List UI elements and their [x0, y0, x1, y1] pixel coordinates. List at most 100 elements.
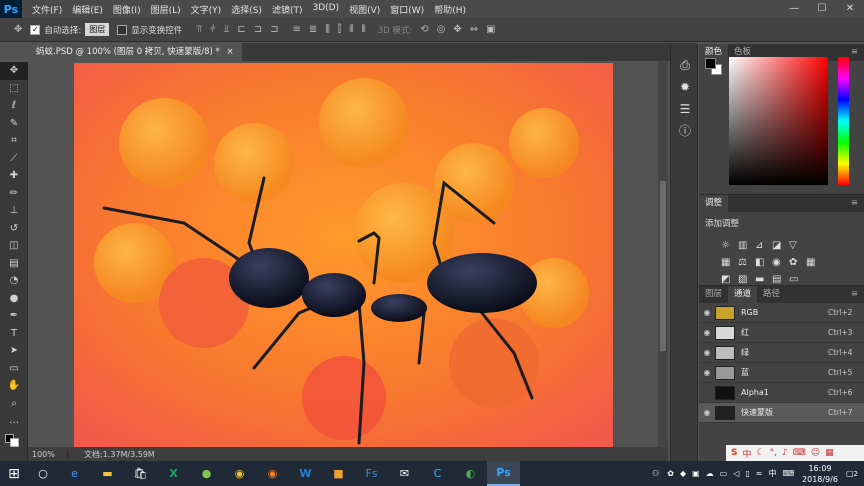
word-icon[interactable]: W: [289, 461, 322, 486]
auto-select-checkbox[interactable]: ✓: [30, 24, 41, 35]
scrollbar-thumb[interactable]: [660, 181, 666, 351]
tray-icon-2[interactable]: ◆: [680, 469, 686, 478]
3d-rotate-icon[interactable]: ⟲: [420, 24, 428, 35]
minimize-button[interactable]: —: [780, 0, 808, 18]
lookup-icon[interactable]: ▦: [806, 257, 823, 268]
vibrance-icon[interactable]: ▽: [789, 240, 806, 251]
firefox-icon[interactable]: ◉: [256, 461, 289, 486]
levels-icon[interactable]: ▥: [738, 240, 755, 251]
align-top-icon[interactable]: ⫪: [196, 24, 202, 35]
info-icon[interactable]: ⓘ: [671, 120, 699, 142]
type-icon[interactable]: T: [0, 325, 28, 343]
align-left-icon[interactable]: ⊏: [237, 24, 245, 35]
app-c-icon[interactable]: C: [421, 461, 454, 486]
excel-icon[interactable]: X: [157, 461, 190, 486]
ime-punct-icon[interactable]: °,: [770, 448, 777, 458]
move-icon[interactable]: ✥: [0, 62, 28, 80]
adjust-menu-icon[interactable]: ≡: [845, 195, 864, 212]
distribute5-icon[interactable]: ⦀: [349, 24, 353, 35]
marquee-icon[interactable]: ⬚: [0, 80, 28, 98]
threshold-icon[interactable]: ▬: [755, 274, 772, 285]
document-image[interactable]: [74, 63, 613, 447]
menu-item[interactable]: 3D(D): [312, 3, 339, 16]
healing-icon[interactable]: ✚: [0, 167, 28, 185]
ime-lang[interactable]: 中: [742, 447, 751, 460]
shape-icon[interactable]: ▭: [0, 360, 28, 378]
windows-start-icon[interactable]: ⊞: [0, 466, 28, 482]
menu-item[interactable]: 图层(L): [151, 3, 181, 16]
mail-icon[interactable]: ✉: [388, 461, 421, 486]
fg-bg-swatch-icon[interactable]: [0, 430, 28, 448]
3d-pan-icon[interactable]: ✥: [453, 24, 461, 35]
dodge-icon[interactable]: ●: [0, 290, 28, 308]
ime-mic-icon[interactable]: ♪: [782, 448, 788, 458]
visibility-eye-icon[interactable]: ◉: [699, 408, 715, 417]
document-tab[interactable]: 蚂蚁.PSD @ 100% (图层 0 拷贝, 快速蒙版/8) * ×: [28, 43, 242, 61]
eyedropper-icon[interactable]: ⟋: [0, 150, 28, 168]
canvas-scrollbar[interactable]: [658, 61, 668, 447]
color-field[interactable]: [729, 57, 828, 185]
zoom-level[interactable]: 100%: [28, 449, 68, 459]
history-brush-icon[interactable]: ↺: [0, 220, 28, 238]
channel-row[interactable]: Alpha1 Ctrl+6: [699, 383, 864, 403]
selective-color-icon[interactable]: ▤: [772, 274, 789, 285]
3d-slide-icon[interactable]: ⇔: [470, 24, 478, 35]
visibility-eye-icon[interactable]: ◉: [699, 308, 715, 317]
store-icon[interactable]: 🛍: [124, 461, 157, 486]
menu-item[interactable]: 窗口(W): [390, 3, 424, 16]
hue-sat-icon[interactable]: ▦: [721, 257, 738, 268]
visibility-eye-icon[interactable]: ◉: [699, 368, 715, 377]
more-icon[interactable]: …: [0, 412, 28, 430]
3d-scale-icon[interactable]: ▣: [486, 24, 495, 35]
curves-icon[interactable]: ⊿: [755, 240, 772, 251]
notification-icon[interactable]: ▢2: [846, 469, 858, 478]
tray-lang[interactable]: 中: [768, 468, 776, 479]
menu-item[interactable]: 选择(S): [231, 3, 262, 16]
tab-close-icon[interactable]: ×: [226, 47, 233, 57]
app-globe-icon[interactable]: ◐: [454, 461, 487, 486]
align-middle-icon[interactable]: ⫩: [210, 24, 216, 35]
tab-paths[interactable]: 路径: [757, 286, 786, 303]
network-icon[interactable]: ▭: [720, 469, 728, 478]
ime-toolbar[interactable]: S 中 ☾ °, ♪ ⌨ ☺ ▦: [726, 445, 864, 461]
brightness-icon[interactable]: ☼: [721, 240, 738, 251]
distribute-icon[interactable]: ≡: [292, 24, 300, 35]
channel-row[interactable]: ◉ RGB Ctrl+2: [699, 303, 864, 323]
file-explorer-icon[interactable]: ▬: [91, 461, 124, 486]
quick-select-icon[interactable]: ✎: [0, 115, 28, 133]
photoshop-task-icon[interactable]: Ps: [487, 461, 520, 486]
properties-icon[interactable]: ☰: [671, 98, 699, 120]
align-bottom-icon[interactable]: ⫫: [224, 24, 230, 35]
menu-item[interactable]: 文字(Y): [191, 3, 222, 16]
chrome-icon[interactable]: ◉: [223, 461, 256, 486]
menu-item[interactable]: 文件(F): [32, 3, 62, 16]
ime-keyboard-icon[interactable]: ⌨: [793, 448, 806, 458]
visibility-eye-icon[interactable]: ◉: [699, 348, 715, 357]
tray-icon-1[interactable]: ✿: [667, 469, 674, 478]
tray-icon-4[interactable]: ☁: [706, 469, 714, 478]
tab-adjustments[interactable]: 调整: [699, 195, 729, 212]
zoom-icon[interactable]: ⌕: [0, 395, 28, 413]
app-orange-icon[interactable]: ■: [322, 461, 355, 486]
distribute3-icon[interactable]: ⫼: [325, 24, 330, 35]
color-balance-icon[interactable]: ⚖: [738, 257, 755, 268]
tab-channels[interactable]: 通道: [728, 286, 758, 303]
exposure-icon[interactable]: ◪: [772, 240, 789, 251]
edge-icon[interactable]: e: [58, 461, 91, 486]
distribute4-icon[interactable]: ⫿: [338, 24, 341, 35]
eraser-icon[interactable]: ◫: [0, 237, 28, 255]
gradient-icon[interactable]: ▤: [0, 255, 28, 273]
invert-icon[interactable]: ◩: [721, 274, 738, 285]
menu-item[interactable]: 帮助(H): [434, 3, 466, 16]
distribute6-icon[interactable]: ⫴: [361, 24, 365, 35]
align-right-icon[interactable]: ⊐: [270, 24, 278, 35]
crop-icon[interactable]: ⌗: [0, 132, 28, 150]
pen-icon[interactable]: ✒: [0, 307, 28, 325]
mixer-icon[interactable]: ✿: [789, 257, 806, 268]
foreground-color[interactable]: [705, 58, 716, 69]
brush-icon[interactable]: ✏: [0, 185, 28, 203]
brush-settings-icon[interactable]: ✹: [671, 76, 699, 98]
people-icon[interactable]: ⚇: [652, 469, 659, 478]
close-button[interactable]: ✕: [836, 0, 864, 18]
posterize-icon[interactable]: ▨: [738, 274, 755, 285]
